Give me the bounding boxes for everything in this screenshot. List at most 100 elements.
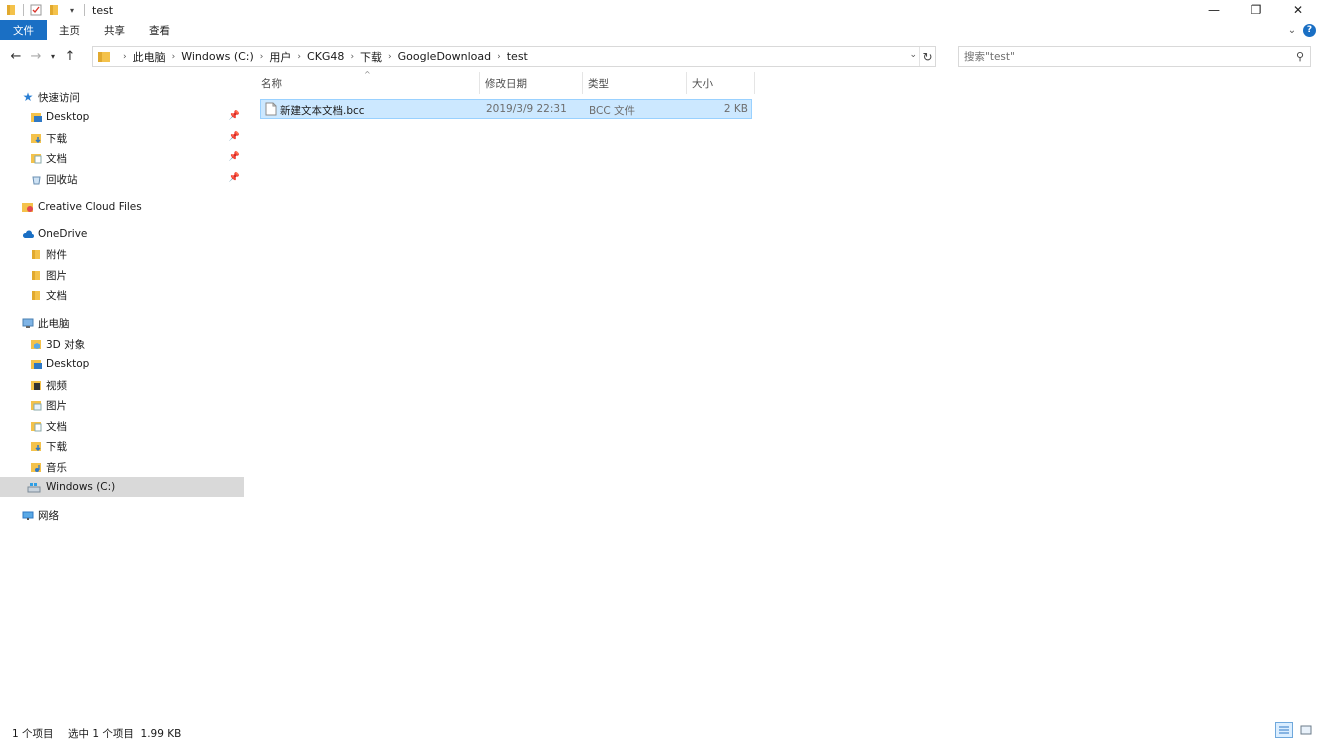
- sidebar-item-label: 3D 对象: [46, 338, 86, 351]
- refresh-button[interactable]: ↻: [919, 47, 935, 66]
- sidebar-item-downloads[interactable]: 下载 📌: [0, 128, 244, 148]
- pin-icon[interactable]: 📌: [229, 111, 240, 121]
- breadcrumb-item[interactable]: test: [507, 50, 528, 63]
- sidebar-item-label: 快速访问: [38, 91, 80, 104]
- search-icon[interactable]: ⚲: [1296, 50, 1304, 63]
- sidebar-item-label: 此电脑: [38, 317, 70, 330]
- close-button[interactable]: ✕: [1277, 0, 1319, 20]
- status-item-count: 1 个项目: [12, 728, 54, 740]
- toolbar-divider: [23, 4, 24, 16]
- sidebar-item-label: 回收站: [46, 173, 78, 186]
- folder-icon: [98, 51, 110, 62]
- address-bar[interactable]: › 此电脑 › Windows (C:) › 用户 › CKG48 › 下载 ›…: [92, 46, 936, 67]
- 3d-objects-folder-icon: [30, 338, 42, 350]
- sidebar-item-recycle-bin[interactable]: 回收站 📌: [0, 169, 244, 189]
- breadcrumb-item[interactable]: CKG48: [307, 50, 344, 63]
- sidebar-item-windows-c[interactable]: Windows (C:): [0, 477, 244, 497]
- ribbon-tabs: 文件 主页 共享 查看 ⌄ ?: [0, 20, 1319, 40]
- drive-icon: [26, 481, 42, 493]
- sidebar-item-this-pc[interactable]: 此电脑: [0, 313, 244, 333]
- help-icon[interactable]: ?: [1303, 23, 1316, 37]
- customize-dropdown-icon[interactable]: ▾: [66, 3, 78, 17]
- breadcrumb-item[interactable]: GoogleDownload: [398, 50, 491, 63]
- sidebar-item-label: Desktop: [46, 358, 90, 370]
- forward-button[interactable]: →: [26, 45, 46, 67]
- navigation-bar: ← → ▾ ↑ › 此电脑 › Windows (C:) › 用户 › CKG4…: [0, 42, 1319, 70]
- documents-folder-icon: [30, 420, 42, 432]
- column-header-size[interactable]: 大小: [687, 72, 755, 94]
- pin-icon[interactable]: 📌: [229, 173, 240, 183]
- navigation-pane: ★ 快速访问 Desktop 📌 下载 📌 文档 📌 回收站 📌 Creativ…: [0, 78, 248, 718]
- properties-icon[interactable]: [30, 3, 42, 17]
- sidebar-item-label: 文档: [46, 420, 67, 433]
- sidebar-item-documents[interactable]: 文档 📌: [0, 148, 244, 168]
- tab-view[interactable]: 查看: [137, 20, 182, 40]
- sidebar-item-onedrive[interactable]: OneDrive: [0, 224, 244, 244]
- sidebar-item-3d-objects[interactable]: 3D 对象: [0, 334, 244, 354]
- tab-share[interactable]: 共享: [92, 20, 137, 40]
- window-controls: — ❐ ✕: [1193, 0, 1319, 20]
- view-switcher: [1271, 722, 1315, 738]
- address-history-dropdown-icon[interactable]: ⌄: [909, 50, 917, 60]
- sidebar-item-pc-downloads[interactable]: 下载: [0, 436, 244, 456]
- sidebar-item-pc-documents[interactable]: 文档: [0, 416, 244, 436]
- file-size: 2 KB: [723, 103, 748, 115]
- sidebar-item-videos[interactable]: 视频: [0, 375, 244, 395]
- sidebar-item-desktop[interactable]: Desktop 📌: [0, 107, 244, 127]
- sidebar-item-onedrive-pictures[interactable]: 图片: [0, 265, 244, 285]
- file-row[interactable]: 新建文本文档.bcc 2019/3/9 22:31 BCC 文件 2 KB: [260, 99, 752, 119]
- sidebar-item-attachments[interactable]: 附件: [0, 244, 244, 264]
- sidebar-item-pictures[interactable]: 图片: [0, 395, 244, 415]
- pin-icon[interactable]: 📌: [229, 132, 240, 142]
- chevron-right-icon[interactable]: ›: [497, 52, 501, 62]
- file-icon: [265, 102, 277, 116]
- large-icons-view-button[interactable]: [1297, 722, 1315, 738]
- tab-file[interactable]: 文件: [0, 20, 47, 40]
- maximize-button[interactable]: ❐: [1235, 0, 1277, 20]
- star-icon: ★: [22, 90, 34, 104]
- sidebar-item-label: Windows (C:): [46, 481, 116, 493]
- breadcrumb-item[interactable]: 用户: [269, 49, 291, 65]
- breadcrumb-item[interactable]: 此电脑: [133, 49, 166, 65]
- search-box[interactable]: ⚲: [958, 46, 1311, 67]
- column-header-name[interactable]: 名称 ^: [256, 70, 480, 94]
- sidebar-item-quick-access[interactable]: ★ 快速访问: [0, 87, 244, 107]
- status-selection-info: 选中 1 个项目 1.99 KB: [68, 728, 182, 740]
- pictures-folder-icon: [30, 399, 42, 411]
- search-input[interactable]: [964, 50, 1284, 63]
- breadcrumb-item[interactable]: 下载: [360, 49, 382, 65]
- expand-ribbon-icon[interactable]: ⌄: [1283, 25, 1301, 36]
- sidebar-item-label: 附件: [46, 248, 67, 261]
- sidebar-item-label: 下载: [46, 440, 67, 453]
- sidebar-item-music[interactable]: 音乐: [0, 457, 244, 477]
- sidebar-item-label: 图片: [46, 269, 67, 282]
- videos-folder-icon: [30, 379, 42, 391]
- sidebar-item-pc-desktop[interactable]: Desktop: [0, 354, 244, 374]
- sidebar-item-label: 图片: [46, 399, 67, 412]
- sidebar-item-network[interactable]: 网络: [0, 505, 244, 525]
- breadcrumb-item[interactable]: Windows (C:): [181, 50, 254, 63]
- download-folder-icon: [30, 132, 42, 144]
- column-header-date-modified[interactable]: 修改日期: [480, 72, 583, 94]
- back-button[interactable]: ←: [6, 45, 26, 67]
- chevron-right-icon[interactable]: ›: [172, 52, 176, 62]
- chevron-right-icon[interactable]: ›: [123, 52, 127, 62]
- column-header-type[interactable]: 类型: [583, 72, 687, 94]
- chevron-right-icon[interactable]: ›: [388, 52, 392, 62]
- tab-home[interactable]: 主页: [47, 20, 92, 40]
- chevron-right-icon[interactable]: ›: [260, 52, 264, 62]
- sidebar-item-creative-cloud[interactable]: Creative Cloud Files: [0, 197, 244, 217]
- sidebar-item-label: 网络: [38, 509, 59, 522]
- recent-locations-dropdown-icon[interactable]: ▾: [46, 45, 60, 67]
- up-button[interactable]: ↑: [60, 45, 80, 67]
- pin-icon[interactable]: 📌: [229, 152, 240, 162]
- download-folder-icon: [30, 440, 42, 452]
- chevron-right-icon[interactable]: ›: [297, 52, 301, 62]
- chevron-right-icon[interactable]: ›: [350, 52, 354, 62]
- large-icons-view-icon: [1300, 725, 1312, 735]
- details-view-button[interactable]: [1275, 722, 1293, 738]
- minimize-button[interactable]: —: [1193, 0, 1235, 20]
- sidebar-item-onedrive-documents[interactable]: 文档: [0, 285, 244, 305]
- new-folder-icon[interactable]: [48, 3, 60, 17]
- folder-icon[interactable]: [5, 3, 17, 17]
